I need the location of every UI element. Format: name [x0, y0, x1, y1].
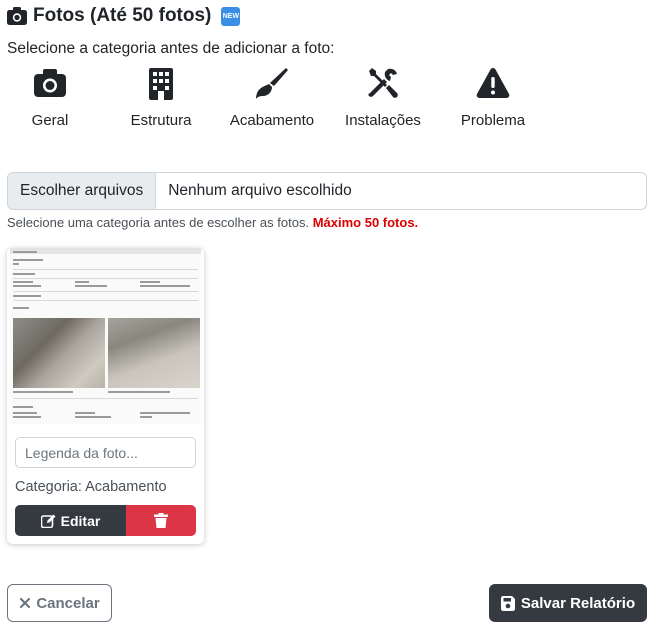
caption-input[interactable]: [15, 437, 196, 468]
photo-thumbnail[interactable]: [10, 248, 201, 424]
category-instruction: Selecione a categoria antes de adicionar…: [7, 40, 335, 57]
section-header: Fotos (Até 50 fotos) NEW: [7, 5, 241, 27]
category-label: Acabamento: [229, 112, 315, 129]
help-text: Selecione uma categoria antes de escolhe…: [7, 215, 310, 230]
category-label: Geral: [31, 112, 69, 129]
page-title: Fotos (Até 50 fotos): [33, 5, 212, 26]
trash-icon: [154, 513, 168, 528]
max-photos-text: Máximo 50 fotos.: [312, 215, 419, 230]
category-problema-button[interactable]: Problema: [450, 66, 536, 132]
cancel-label: Cancelar: [36, 594, 100, 612]
edit-icon: [40, 514, 56, 528]
camera-icon: [7, 7, 27, 25]
tools-icon: [368, 68, 398, 98]
choose-files-button[interactable]: Escolher arquivos: [8, 173, 157, 209]
file-status-text: Nenhum arquivo escolhido: [168, 182, 352, 199]
save-report-button[interactable]: Salvar Relatório: [489, 584, 647, 622]
category-selector: Geral Estrutura Acabamento Instalações P…: [10, 66, 550, 156]
category-acabamento-button[interactable]: Acabamento: [228, 66, 316, 132]
close-icon: [20, 597, 31, 609]
photo-actions: Editar: [15, 505, 196, 536]
photo-card: Categoria: Acabamento Editar: [7, 248, 204, 544]
photo-category-text: Categoria: Acabamento: [15, 479, 167, 495]
upload-help-text: Selecione uma categoria antes de escolhe…: [7, 215, 418, 230]
save-icon: [500, 595, 515, 611]
new-badge: NEW: [221, 6, 241, 26]
category-label: Instalações: [345, 112, 421, 129]
edit-photo-button[interactable]: Editar: [15, 505, 126, 536]
category-label: Estrutura: [130, 112, 192, 129]
delete-photo-button[interactable]: [126, 505, 196, 536]
edit-label: Editar: [60, 512, 101, 529]
camera-icon: [34, 69, 66, 97]
file-upload-input[interactable]: Escolher arquivos Nenhum arquivo escolhi…: [7, 172, 647, 210]
paintbrush-icon: [256, 68, 288, 99]
building-icon: [149, 68, 173, 100]
category-instalacoes-button[interactable]: Instalações: [340, 66, 426, 132]
cancel-button[interactable]: Cancelar: [7, 584, 112, 622]
category-geral-button[interactable]: Geral: [7, 66, 93, 132]
category-label: Problema: [460, 112, 526, 129]
save-label: Salvar Relatório: [520, 594, 636, 612]
warning-icon: [476, 68, 510, 98]
category-estrutura-button[interactable]: Estrutura: [118, 66, 204, 132]
